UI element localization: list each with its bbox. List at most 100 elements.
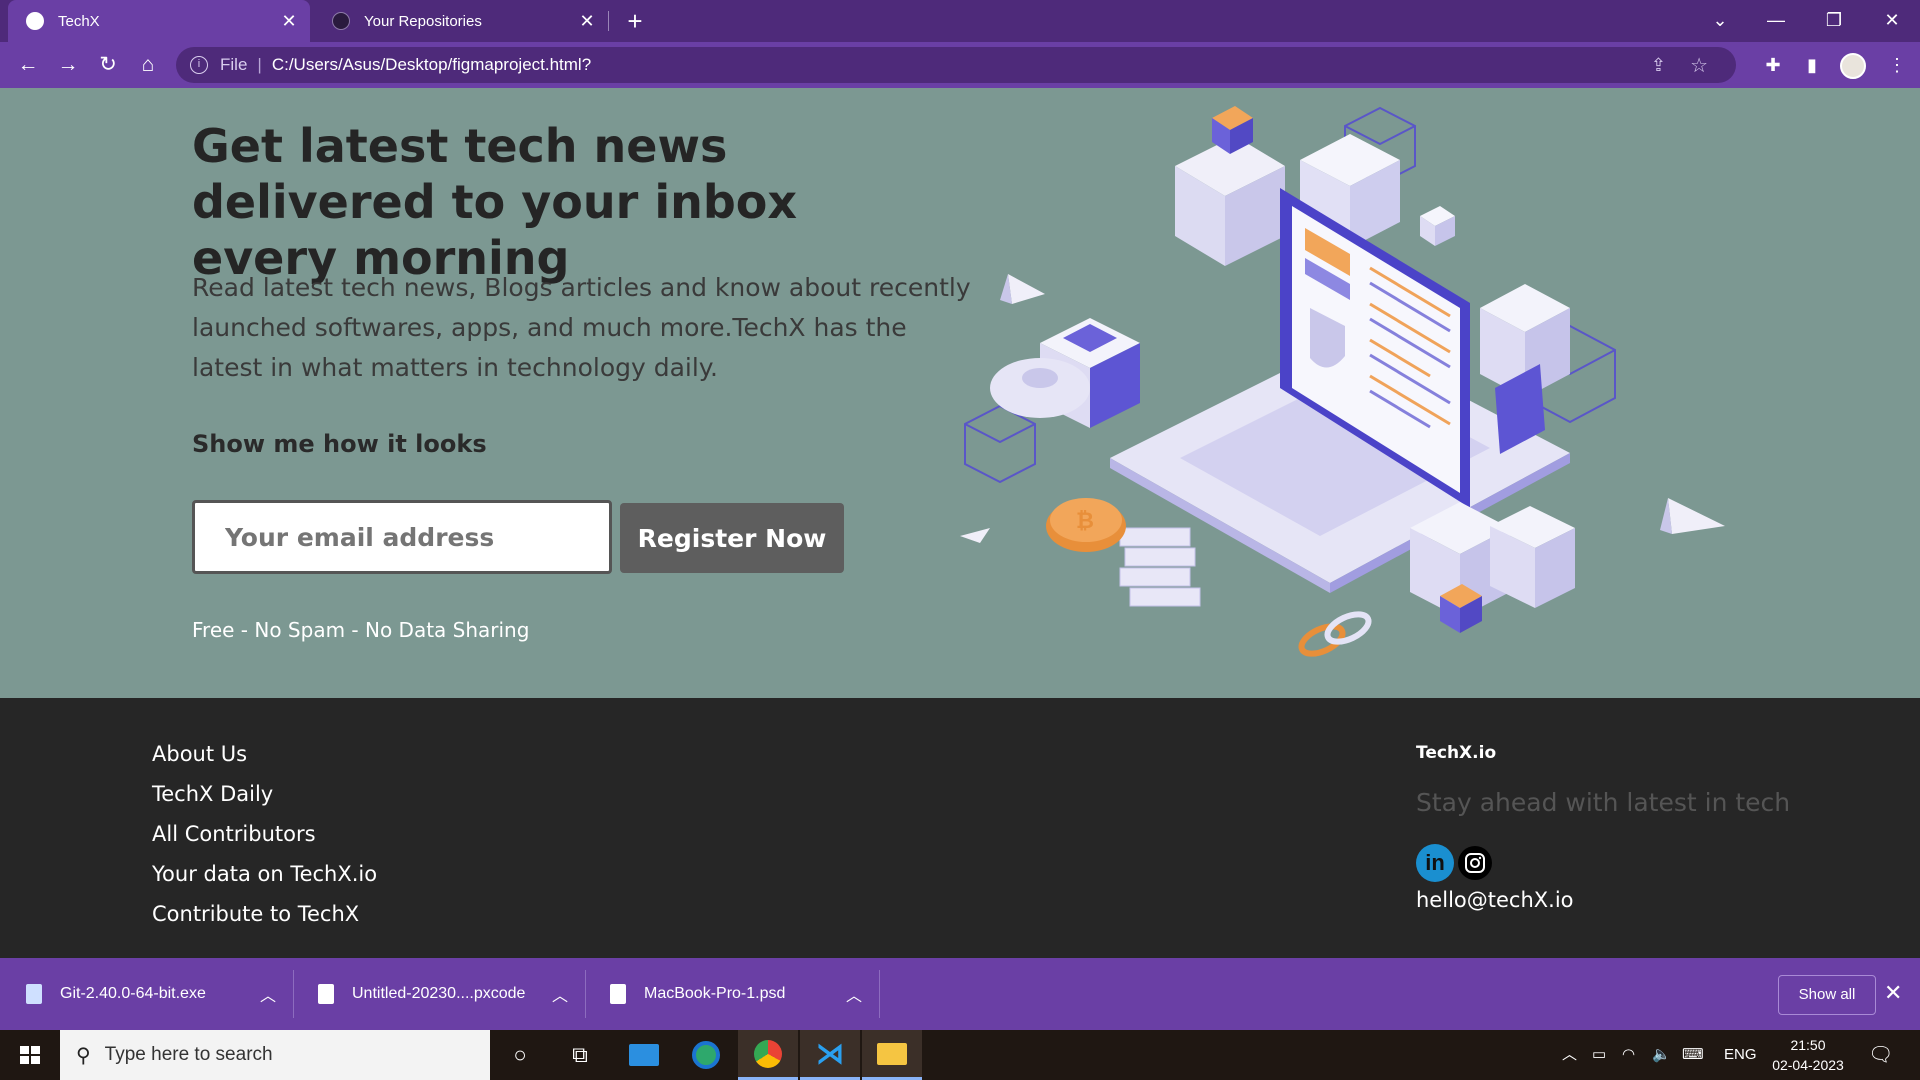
- address-url[interactable]: C:/Users/Asus/Desktop/figmaproject.html?: [272, 55, 591, 75]
- chevron-up-icon[interactable]: ︿: [260, 982, 276, 1006]
- windows-taskbar: ⚲ Type here to search ○ ⧉ ⋊ ︿ ▭ ◠ 🔈 ⌨ EN…: [0, 1030, 1920, 1080]
- address-divider: |: [257, 55, 262, 74]
- keyboard-icon[interactable]: ⌨: [1682, 1030, 1704, 1080]
- file-explorer-icon[interactable]: [862, 1030, 922, 1080]
- edge-icon[interactable]: [676, 1030, 736, 1080]
- downloads-bar: Git-2.40.0-64-bit.exe ︿ Untitled-20230..…: [0, 958, 1920, 1030]
- footer-links: About Us TechX Daily All Contributors Yo…: [152, 734, 377, 934]
- browser-toolbar: ← → ↻ ⌂ i File | C:/Users/Asus/Desktop/f…: [0, 42, 1920, 88]
- taskbar-search-placeholder: Type here to search: [104, 1044, 273, 1065]
- mail-glyph: [629, 1044, 659, 1066]
- address-scheme: File: [220, 55, 248, 74]
- download-filename: Git-2.40.0-64-bit.exe: [60, 985, 206, 1002]
- download-filename: MacBook-Pro-1.psd: [644, 985, 786, 1002]
- tab-title: Your Repositories: [364, 12, 482, 30]
- close-downloads-icon[interactable]: ✕: [1884, 980, 1902, 1006]
- back-button[interactable]: ←: [8, 45, 48, 85]
- instagram-icon[interactable]: [1458, 846, 1492, 880]
- profile-avatar[interactable]: [1840, 53, 1866, 79]
- download-divider: [585, 970, 586, 1018]
- github-icon: [332, 12, 350, 30]
- tab-search-icon[interactable]: ⌄: [1692, 0, 1748, 42]
- footer-link-contributors[interactable]: All Contributors: [152, 814, 377, 854]
- hero-heading: Get latest tech news delivered to your i…: [192, 119, 798, 285]
- footer-link-about[interactable]: About Us: [152, 734, 377, 774]
- svg-text:₿: ₿: [1076, 509, 1094, 534]
- footer-link-techx-daily[interactable]: TechX Daily: [152, 774, 377, 814]
- footer-link-contribute[interactable]: Contribute to TechX: [152, 894, 377, 934]
- minimize-button[interactable]: —: [1748, 0, 1804, 42]
- close-tab-icon[interactable]: ✕: [276, 11, 302, 32]
- register-button[interactable]: Register Now: [620, 503, 844, 573]
- vscode-icon[interactable]: ⋊: [800, 1030, 860, 1080]
- globe-icon: [26, 12, 44, 30]
- tab-techx[interactable]: TechX ✕: [8, 0, 310, 42]
- forward-button[interactable]: →: [48, 45, 88, 85]
- taskbar-search-box[interactable]: ⚲ Type here to search: [60, 1030, 490, 1080]
- preview-heading: Show me how it looks: [192, 430, 487, 458]
- download-filename: Untitled-20230....pxcode: [352, 985, 526, 1002]
- folder-glyph: [877, 1042, 907, 1065]
- search-icon: ⚲: [76, 1044, 91, 1067]
- start-button[interactable]: [0, 1030, 60, 1080]
- email-input[interactable]: [192, 500, 612, 574]
- bookmark-star-icon[interactable]: ☆: [1690, 53, 1708, 78]
- close-tab-icon[interactable]: ✕: [574, 11, 600, 32]
- footer-tagline: Stay ahead with latest in tech: [1416, 788, 1791, 817]
- windows-logo-icon: [20, 1046, 40, 1064]
- show-hidden-icons[interactable]: ︿: [1562, 1030, 1577, 1080]
- notifications-icon[interactable]: 🗨: [1868, 1030, 1893, 1080]
- restore-button[interactable]: ❐: [1806, 0, 1862, 42]
- system-clock[interactable]: 21:50 02-04-2023: [1760, 1035, 1856, 1075]
- show-all-downloads-button[interactable]: Show all: [1778, 975, 1876, 1015]
- chrome-glyph: [754, 1039, 782, 1068]
- hero-description: Read latest tech news, Blogs articles an…: [192, 273, 971, 382]
- mail-icon[interactable]: [614, 1030, 674, 1080]
- vscode-glyph: ⋊: [816, 1038, 844, 1069]
- instagram-glyph: [1465, 853, 1485, 873]
- edge-glyph: [692, 1041, 720, 1069]
- extensions-icon[interactable]: ✚: [1756, 47, 1790, 83]
- footer-email[interactable]: hello@techX.io: [1416, 888, 1574, 912]
- side-panel-icon[interactable]: ▮: [1795, 47, 1829, 83]
- hero-section: Get latest tech news delivered to your i…: [0, 88, 1920, 698]
- site-info-icon[interactable]: i: [190, 56, 208, 74]
- language-indicator[interactable]: ENG: [1724, 1030, 1757, 1080]
- close-window-button[interactable]: ✕: [1864, 0, 1920, 42]
- reload-button[interactable]: ↻: [88, 45, 128, 85]
- file-icon: [610, 984, 626, 1004]
- download-divider: [293, 970, 294, 1018]
- chevron-up-icon[interactable]: ︿: [552, 982, 568, 1006]
- tab-title: TechX: [58, 12, 100, 30]
- share-icon[interactable]: ⇪: [1651, 55, 1666, 76]
- browser-tab-strip: TechX ✕ Your Repositories ✕ + ⌄ — ❐ ✕: [0, 0, 1920, 42]
- linkedin-icon[interactable]: in: [1416, 844, 1454, 882]
- battery-icon[interactable]: ▭: [1592, 1030, 1606, 1080]
- site-footer: About Us TechX Daily All Contributors Yo…: [0, 698, 1920, 958]
- address-bar[interactable]: i File | C:/Users/Asus/Desktop/figmaproj…: [176, 47, 1736, 83]
- cortana-icon[interactable]: ○: [490, 1030, 550, 1080]
- social-links: in: [1416, 844, 1492, 882]
- clock-date: 02-04-2023: [1772, 1057, 1844, 1073]
- download-item[interactable]: MacBook-Pro-1.psd ︿: [610, 958, 880, 1030]
- tab-your-repositories[interactable]: Your Repositories ✕: [314, 0, 608, 42]
- task-view-icon[interactable]: ⧉: [550, 1030, 610, 1080]
- file-icon: [318, 984, 334, 1004]
- exe-file-icon: [26, 984, 42, 1004]
- chevron-up-icon[interactable]: ︿: [846, 982, 862, 1006]
- wifi-icon[interactable]: ◠: [1622, 1030, 1635, 1080]
- fineprint-text: Free - No Spam - No Data Sharing: [192, 618, 530, 642]
- download-item[interactable]: Untitled-20230....pxcode ︿: [318, 958, 586, 1030]
- home-button[interactable]: ⌂: [128, 45, 168, 85]
- new-tab-button[interactable]: +: [620, 6, 650, 36]
- tab-divider: [608, 11, 609, 31]
- footer-brand: TechX.io: [1416, 743, 1497, 763]
- clock-time: 21:50: [1790, 1037, 1826, 1053]
- isometric-laptop-illustration: ₿: [960, 106, 1725, 657]
- download-divider: [879, 970, 880, 1018]
- volume-icon[interactable]: 🔈: [1652, 1030, 1671, 1080]
- chrome-icon[interactable]: [738, 1030, 798, 1080]
- download-item[interactable]: Git-2.40.0-64-bit.exe ︿: [26, 958, 294, 1030]
- menu-icon[interactable]: ⋮: [1880, 47, 1914, 83]
- footer-link-your-data[interactable]: Your data on TechX.io: [152, 854, 377, 894]
